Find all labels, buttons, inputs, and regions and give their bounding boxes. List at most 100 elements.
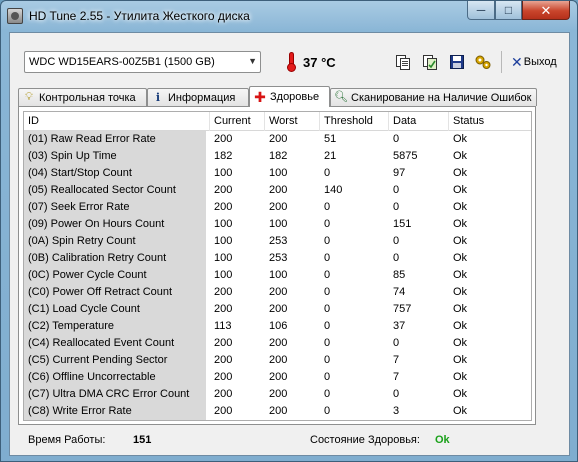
attribute-name-cell: (C2) Temperature	[24, 318, 206, 335]
table-body: (01) Raw Read Error Rate 200 200 51 0 Ok (03) …	[24, 131, 531, 420]
save-button[interactable]	[446, 51, 468, 73]
current-value-cell: 200	[214, 133, 233, 145]
attribute-name-cell: (0A) Spin Retry Count	[24, 233, 206, 250]
table-row[interactable]: (07) Seek Error Rate 200 200 0 0 Ok	[24, 199, 531, 216]
attribute-name-cell: (C4) Reallocated Event Count	[24, 335, 206, 352]
table-row[interactable]: (C6) Offline Uncorrectable 200 200 0 7 Ok	[24, 369, 531, 386]
column-header-threshold[interactable]: Threshold	[320, 112, 389, 131]
thermometer-icon	[285, 51, 297, 73]
raw-data-value-cell: 74	[393, 286, 406, 298]
table-row[interactable]: (05) Reallocated Sector Count 200 200 140 0 O…	[24, 182, 531, 199]
drive-select[interactable]: WDC WD15EARS-00Z5B1 (1500 GB) ▼	[24, 51, 261, 73]
worst-value-cell: 200	[269, 201, 288, 213]
worst-value-cell: 200	[269, 354, 288, 366]
worst-value-cell: 100	[269, 218, 288, 230]
current-value-cell: 200	[214, 337, 233, 349]
raw-data-value-cell: 0	[393, 235, 400, 247]
status-value-cell: Ok	[453, 405, 468, 417]
exit-button[interactable]: ✕ Выход	[511, 52, 557, 72]
table-row[interactable]: (01) Raw Read Error Rate 200 200 51 0 Ok	[24, 131, 531, 148]
tab-label: Информация	[168, 91, 236, 104]
column-header-status[interactable]: Status	[449, 112, 531, 131]
table-row[interactable]: (C1) Load Cycle Count 200 200 0 757 Ok	[24, 301, 531, 318]
copy-button[interactable]	[392, 51, 414, 73]
copy-all-icon	[423, 55, 437, 70]
attribute-name-cell: (C5) Current Pending Sector	[24, 352, 206, 369]
attribute-name-cell: (09) Power On Hours Count	[24, 216, 206, 233]
table-row[interactable]: (0C) Power Cycle Count 100 100 0 85 Ok	[24, 267, 531, 284]
worst-value-cell: 200	[269, 286, 288, 298]
threshold-value-cell: 0	[324, 167, 331, 179]
info-icon: i	[155, 91, 161, 104]
minimize-icon: ─	[476, 3, 486, 17]
table-row[interactable]: (C7) Ultra DMA CRC Error Count 200 200 0 0 Ok	[24, 386, 531, 403]
uptime-label: Время Работы:	[28, 434, 106, 446]
table-row[interactable]: (04) Start/Stop Count 100 100 0 97 Ok	[24, 165, 531, 182]
attribute-name-cell: (07) Seek Error Rate	[24, 199, 206, 216]
raw-data-value-cell: 0	[393, 201, 400, 213]
worst-value-cell: 253	[269, 252, 288, 264]
table-row[interactable]: (0B) Calibration Retry Count 100 253 0 0 Ok	[24, 250, 531, 267]
copy-all-button[interactable]	[419, 51, 441, 73]
status-value-cell: Ok	[453, 337, 468, 349]
current-value-cell: 100	[214, 252, 233, 264]
health-status-label: Состояние Здоровья:	[310, 434, 420, 446]
status-value-cell: Ok	[453, 218, 468, 230]
status-value-cell: Ok	[453, 354, 468, 366]
worst-value-cell: 200	[269, 303, 288, 315]
current-value-cell: 200	[214, 371, 233, 383]
table-row[interactable]: (C4) Reallocated Event Count 200 200 0 0 Ok	[24, 335, 531, 352]
tab-info[interactable]: i Информация	[147, 88, 249, 106]
threshold-value-cell: 0	[324, 235, 331, 247]
smart-table[interactable]: ID Current Worst Threshold Data Status (…	[23, 111, 532, 421]
worst-value-cell: 200	[269, 405, 288, 417]
raw-data-value-cell: 7	[393, 354, 400, 366]
magnifier-icon: 🔍︎	[334, 91, 348, 103]
tab-label: Контрольная точка	[39, 91, 136, 104]
drive-select-value: WDC WD15EARS-00Z5B1 (1500 GB)	[29, 56, 215, 68]
threshold-value-cell: 0	[324, 303, 331, 315]
table-row[interactable]: (0A) Spin Retry Count 100 253 0 0 Ok	[24, 233, 531, 250]
toolbar-divider	[501, 51, 502, 73]
current-value-cell: 200	[214, 303, 233, 315]
threshold-value-cell: 21	[324, 150, 337, 162]
column-header-worst[interactable]: Worst	[265, 112, 320, 131]
column-header-data[interactable]: Data	[389, 112, 449, 131]
worst-value-cell: 182	[269, 150, 288, 162]
health-cross-icon: ✚	[254, 89, 266, 105]
maximize-icon: □	[504, 3, 513, 17]
tab-error-scan[interactable]: 🔍︎ Сканирование на Наличие Ошибок	[330, 88, 537, 106]
status-value-cell: Ok	[453, 269, 468, 281]
worst-value-cell: 106	[269, 320, 288, 332]
current-value-cell: 113	[214, 320, 232, 332]
hdtune-app-icon	[7, 8, 23, 24]
options-button[interactable]	[472, 51, 494, 73]
table-row[interactable]: (03) Spin Up Time 182 182 21 5875 Ok	[24, 148, 531, 165]
table-row[interactable]: (C8) Write Error Rate 200 200 0 3 Ok	[24, 403, 531, 420]
status-value-cell: Ok	[453, 371, 468, 383]
attribute-name-cell: (05) Reallocated Sector Count	[24, 182, 206, 199]
column-header-id[interactable]: ID	[24, 112, 210, 131]
status-value-cell: Ok	[453, 150, 468, 162]
minimize-button[interactable]: ─	[467, 1, 495, 20]
attribute-name-cell: (C1) Load Cycle Count	[24, 301, 206, 318]
close-button[interactable]: ✕	[522, 1, 570, 20]
exit-icon: ✕	[511, 54, 523, 70]
tab-label: Здоровье	[270, 91, 320, 103]
status-value-cell: Ok	[453, 286, 468, 298]
health-status-value: Ok	[435, 434, 450, 446]
table-row[interactable]: (C2) Temperature 113 106 0 37 Ok	[24, 318, 531, 335]
current-value-cell: 100	[214, 269, 233, 281]
raw-data-value-cell: 37	[393, 320, 406, 332]
table-row[interactable]: (C0) Power Off Retract Count 200 200 0 74 Ok	[24, 284, 531, 301]
maximize-button[interactable]: □	[495, 1, 522, 20]
tab-health[interactable]: ✚ Здоровье	[249, 86, 330, 107]
column-header-current[interactable]: Current	[210, 112, 265, 131]
threshold-value-cell: 0	[324, 354, 331, 366]
table-row[interactable]: (C5) Current Pending Sector 200 200 0 7 Ok	[24, 352, 531, 369]
status-value-cell: Ok	[453, 184, 468, 196]
threshold-value-cell: 0	[324, 405, 331, 417]
tab-benchmark[interactable]: 💡︎ Контрольная точка	[18, 88, 147, 106]
title-bar[interactable]: HD Tune 2.55 - Утилита Жесткого диска ─ …	[1, 1, 577, 31]
table-row[interactable]: (09) Power On Hours Count 100 100 0 151 Ok	[24, 216, 531, 233]
